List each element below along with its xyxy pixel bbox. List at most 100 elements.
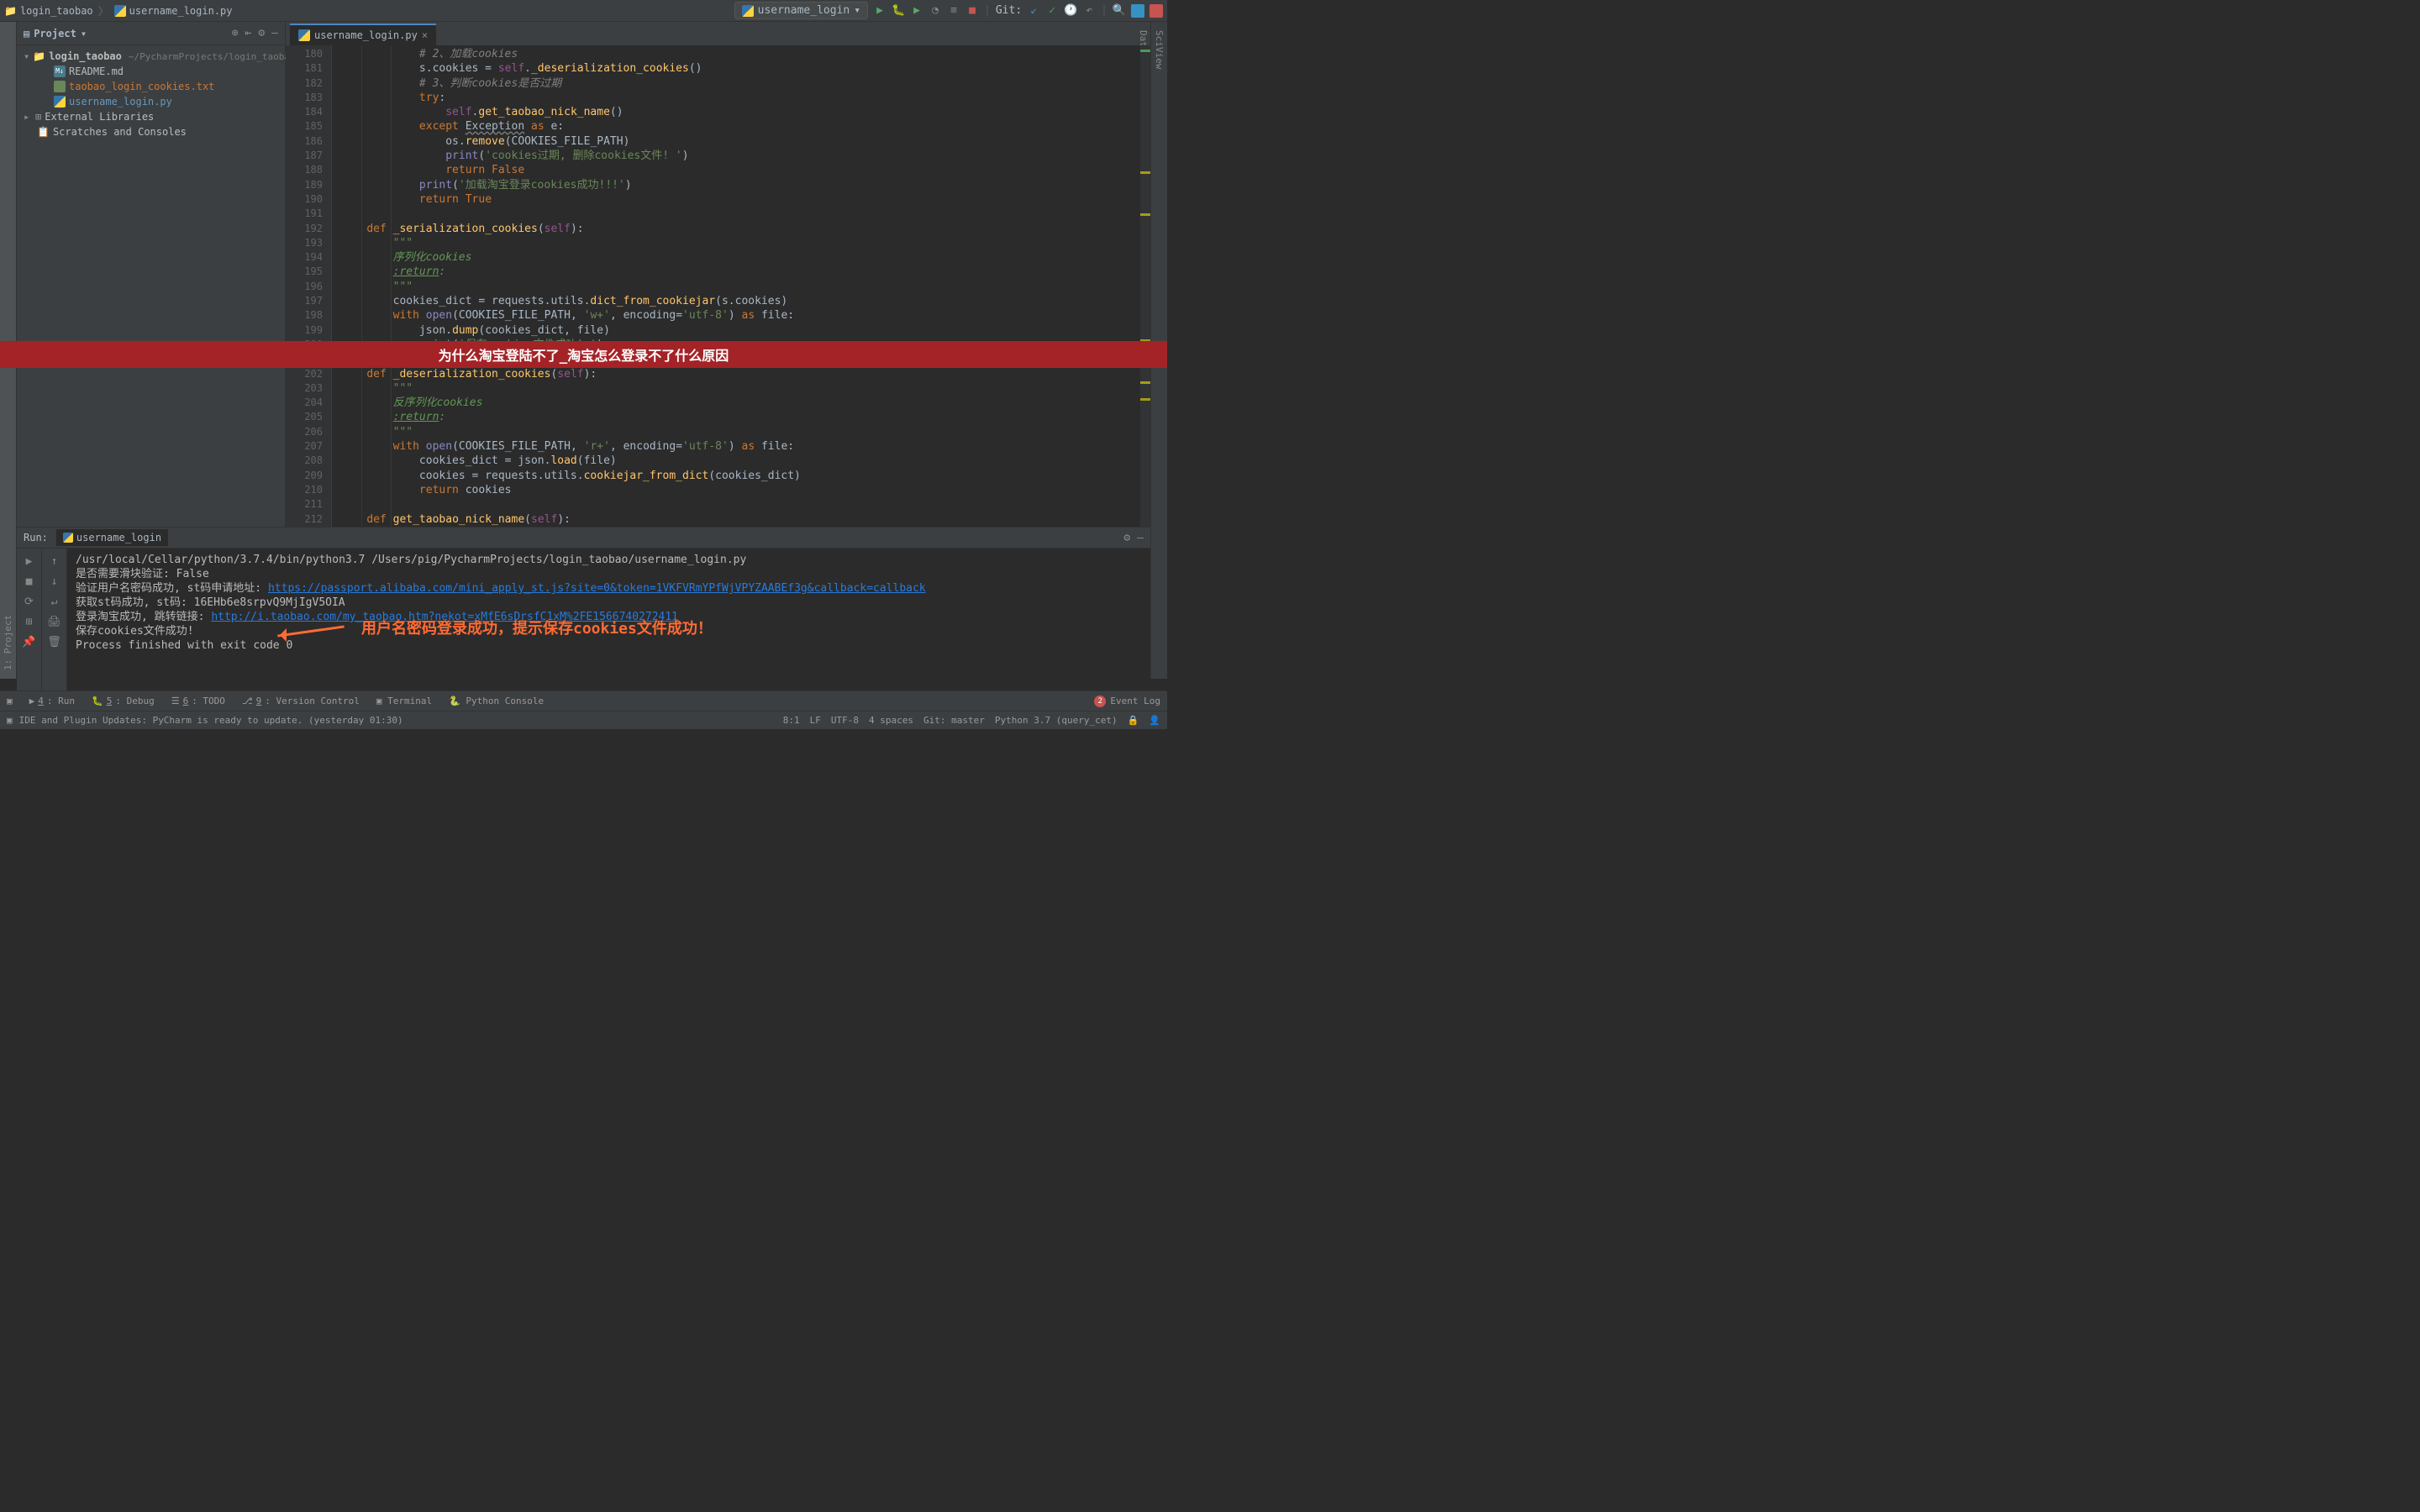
console-text: 登录淘宝成功, 跳转链接: <box>76 611 211 623</box>
cursor-position[interactable]: 8:1 <box>783 715 800 726</box>
encoding[interactable]: UTF-8 <box>831 715 859 726</box>
trash-icon[interactable]: 🗑 <box>47 634 62 649</box>
status-bar: ▣ IDE and Plugin Updates: PyCharm is rea… <box>0 711 1167 729</box>
bottom-toolbar: ▣ ▶ 4: Run 🐛 5: Debug ☰ 6: TODO ⎇ 9: Ver… <box>0 690 1167 711</box>
wrap-icon[interactable]: ↵ <box>47 594 62 609</box>
search-button[interactable]: 🔍 <box>1113 4 1126 18</box>
python-interpreter[interactable]: Python 3.7 (query_cet) <box>995 715 1118 726</box>
breadcrumb-project[interactable]: 📁 login_taobao <box>4 5 93 17</box>
run-coverage-button[interactable]: ▶ <box>910 4 923 18</box>
console-text: 验证用户名密码成功, st码申请地址: <box>76 582 268 595</box>
todo-tool-tab[interactable]: ☰ 6: TODO <box>163 696 234 706</box>
project-tools: ⊕ ⇤ ⚙ — <box>232 27 278 39</box>
debug-tool-tab[interactable]: 🐛 5: Debug <box>83 696 163 706</box>
library-icon: ⊞ <box>35 111 41 123</box>
arrow-icon <box>277 620 361 637</box>
chevron-down-icon: ▾ <box>81 28 87 39</box>
status-icon[interactable]: ▣ <box>7 715 13 726</box>
up-icon[interactable]: ↑ <box>47 554 62 569</box>
git-commit-button[interactable]: ✓ <box>1045 4 1059 18</box>
restart-icon[interactable]: ⟳ <box>22 594 37 609</box>
indent-info[interactable]: 4 spaces <box>869 715 913 726</box>
scratches-icon: 📋 <box>37 126 50 138</box>
tree-file-label: username_login.py <box>69 96 172 108</box>
console-output[interactable]: /usr/local/Cellar/python/3.7.4/bin/pytho… <box>67 549 1150 690</box>
debug-button[interactable]: 🐛 <box>892 4 905 18</box>
console-line: 是否需要滑块验证: False <box>76 567 1142 581</box>
close-icon[interactable]: × <box>422 29 428 41</box>
run-tab[interactable]: username_login <box>56 529 168 546</box>
event-log-badge: 2 <box>1094 696 1106 707</box>
hide-icon[interactable]: — <box>1137 532 1144 544</box>
ide-settings-icon[interactable] <box>1131 4 1144 18</box>
project-title-label: Project <box>34 28 76 39</box>
stop-button2[interactable]: ■ <box>22 574 37 589</box>
tree-scratches-label: Scratches and Consoles <box>53 126 187 138</box>
chevron-down-icon: ▾ <box>24 50 29 62</box>
settings-icon[interactable]: ⚙ <box>258 27 265 39</box>
chevron-right-icon: ▸ <box>24 111 32 123</box>
status-message: IDE and Plugin Updates: PyCharm is ready… <box>19 715 403 726</box>
run-config-selector[interactable]: username_login ▾ <box>734 2 868 19</box>
layout-icon[interactable]: ⊞ <box>22 614 37 629</box>
console-line: /usr/local/Cellar/python/3.7.4/bin/pytho… <box>76 553 1142 567</box>
git-revert-button[interactable]: ↶ <box>1082 4 1096 18</box>
annotation-overlay: 用户名密码登录成功，提示保存cookies文件成功！ <box>277 620 713 637</box>
event-log-tab[interactable]: Event Log <box>1110 696 1160 706</box>
git-history-button[interactable]: 🕐 <box>1064 4 1077 18</box>
terminal-tool-tab[interactable]: ▣ Terminal <box>368 696 440 706</box>
editor-tab-label: username_login.py <box>314 29 418 41</box>
collapse-icon[interactable]: ⇤ <box>245 27 252 39</box>
python-icon <box>742 5 754 17</box>
run-panel: Run: username_login ⚙ — ▶ ■ ⟳ ⊞ 📌 ↑ ↓ ↵ … <box>17 527 1150 690</box>
print-icon[interactable]: 🖨 <box>47 614 62 629</box>
project-title[interactable]: ▤ Project ▾ <box>24 28 232 39</box>
console-line: Process finished with exit code 0 <box>76 638 1142 653</box>
stop-button[interactable]: ■ <box>965 4 979 18</box>
tree-file-username-login[interactable]: username_login.py <box>17 94 285 109</box>
breadcrumb: 📁 login_taobao 〉 username_login.py <box>4 3 734 18</box>
git-branch[interactable]: Git: master <box>923 715 985 726</box>
tree-root[interactable]: ▾ 📁 login_taobao ~/PycharmProjects/login… <box>17 49 285 64</box>
tree-file-cookies[interactable]: taobao_login_cookies.txt <box>17 79 285 94</box>
ide-settings-icon2[interactable] <box>1150 4 1163 18</box>
locate-icon[interactable]: ⊕ <box>232 27 239 39</box>
hector-icon[interactable]: 👤 <box>1149 715 1160 726</box>
git-label: Git: <box>996 4 1022 17</box>
tree-file-label: README.md <box>69 66 124 77</box>
editor-tabs: username_login.py × <box>286 22 1150 45</box>
line-separator[interactable]: LF <box>810 715 821 726</box>
settings-icon[interactable]: ⚙ <box>1123 532 1130 544</box>
console-line: 验证用户名密码成功, st码申请地址: https://passport.ali… <box>76 581 1142 596</box>
python-console-tool-tab[interactable]: 🐍 Python Console <box>440 696 552 706</box>
python-icon <box>298 29 310 41</box>
breadcrumb-sep: 〉 <box>98 3 109 18</box>
overlay-banner: 为什么淘宝登陆不了_淘宝怎么登录不了什么原因 <box>0 341 1167 368</box>
banner-text: 为什么淘宝登陆不了_淘宝怎么登录不了什么原因 <box>439 344 729 365</box>
down-icon[interactable]: ↓ <box>47 574 62 589</box>
folder-icon: 📁 <box>33 50 45 62</box>
breadcrumb-file[interactable]: username_login.py <box>114 5 233 17</box>
tree-scratches[interactable]: 📋 Scratches and Consoles <box>17 124 285 139</box>
python-icon <box>63 533 73 543</box>
concurrency-button[interactable]: ≡ <box>947 4 960 18</box>
hide-icon[interactable]: — <box>271 27 278 39</box>
run-tool-tab[interactable]: ▶ 4: Run <box>21 696 83 706</box>
lock-icon[interactable]: 🔒 <box>1128 715 1139 726</box>
show-tool-windows-icon[interactable]: ▣ <box>7 696 13 706</box>
profile-button[interactable]: ◔ <box>929 4 942 18</box>
chevron-down-icon: ▾ <box>854 4 860 17</box>
breadcrumb-project-label: login_taobao <box>20 5 93 17</box>
editor-tab[interactable]: username_login.py × <box>290 24 436 45</box>
tree-external-libs[interactable]: ▸ ⊞ External Libraries <box>17 109 285 124</box>
console-link[interactable]: https://passport.alibaba.com/mini_apply_… <box>268 582 926 595</box>
git-update-button[interactable]: ↙ <box>1027 4 1040 18</box>
python-icon <box>54 96 66 108</box>
pin-icon[interactable]: 📌 <box>22 634 37 649</box>
run-tools: ⚙ — <box>1123 532 1144 544</box>
tree-file-readme[interactable]: M↓ README.md <box>17 64 285 79</box>
vcs-tool-tab[interactable]: ⎇ 9: Version Control <box>234 696 368 706</box>
bottom-right: 2 Event Log <box>1094 696 1160 707</box>
rerun-button[interactable]: ▶ <box>22 554 37 569</box>
run-button[interactable]: ▶ <box>873 4 886 18</box>
